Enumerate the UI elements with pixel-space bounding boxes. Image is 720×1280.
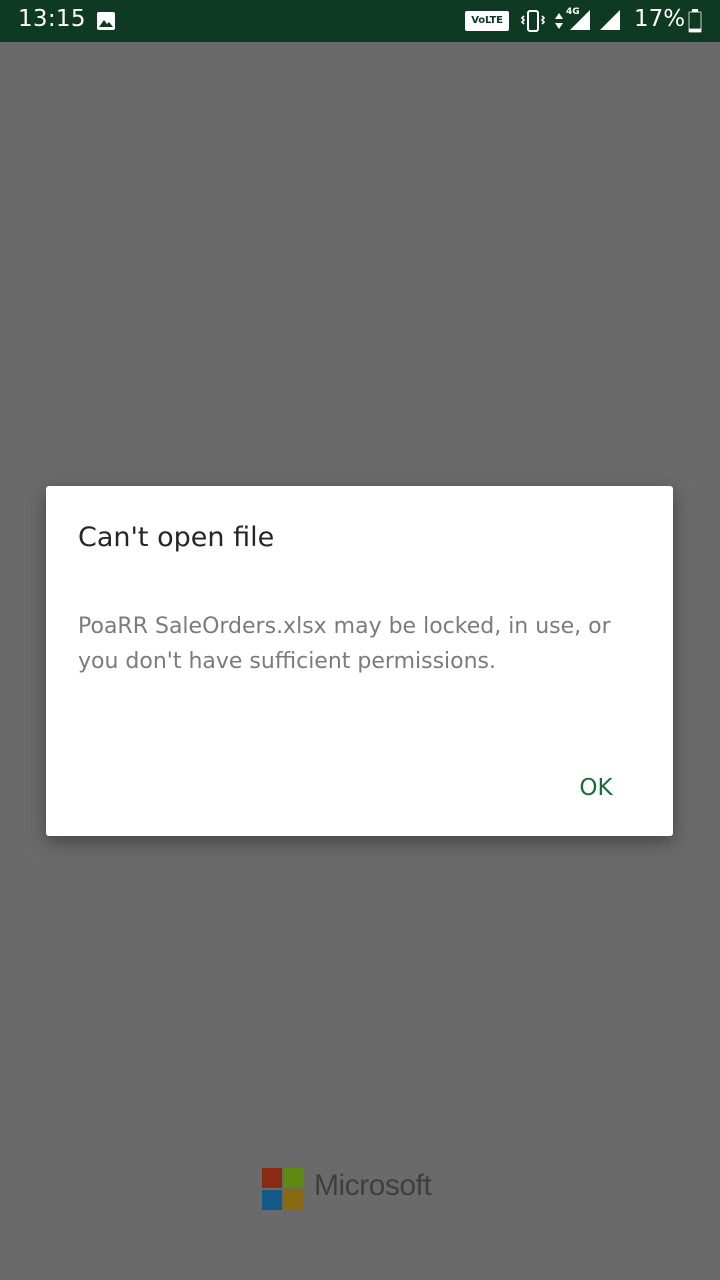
microsoft-logo-icon bbox=[262, 1168, 304, 1210]
network-type-label: 4G bbox=[566, 7, 580, 17]
dialog-title: Can't open file bbox=[78, 522, 275, 553]
microsoft-logo: Microsoft bbox=[262, 1168, 462, 1212]
signal-icon bbox=[600, 10, 620, 30]
battery-percent: 17% bbox=[634, 6, 686, 32]
battery-icon bbox=[688, 9, 702, 33]
dialog-message: PoaRR SaleOrders.xlsx may be locked, in … bbox=[78, 614, 611, 674]
status-bar: 13:15 VoLTE 4G 17% bbox=[0, 0, 720, 42]
ok-button[interactable]: OK bbox=[558, 766, 634, 810]
microsoft-wordmark: Microsoft bbox=[314, 1169, 432, 1202]
vibrate-icon bbox=[520, 10, 546, 32]
error-dialog: Can't open file PoaRR SaleOrders.xlsx ma… bbox=[46, 486, 673, 836]
data-arrows-icon bbox=[555, 13, 563, 29]
status-time: 13:15 bbox=[18, 6, 86, 32]
gallery-icon bbox=[97, 12, 115, 30]
volte-badge: VoLTE bbox=[465, 11, 509, 31]
